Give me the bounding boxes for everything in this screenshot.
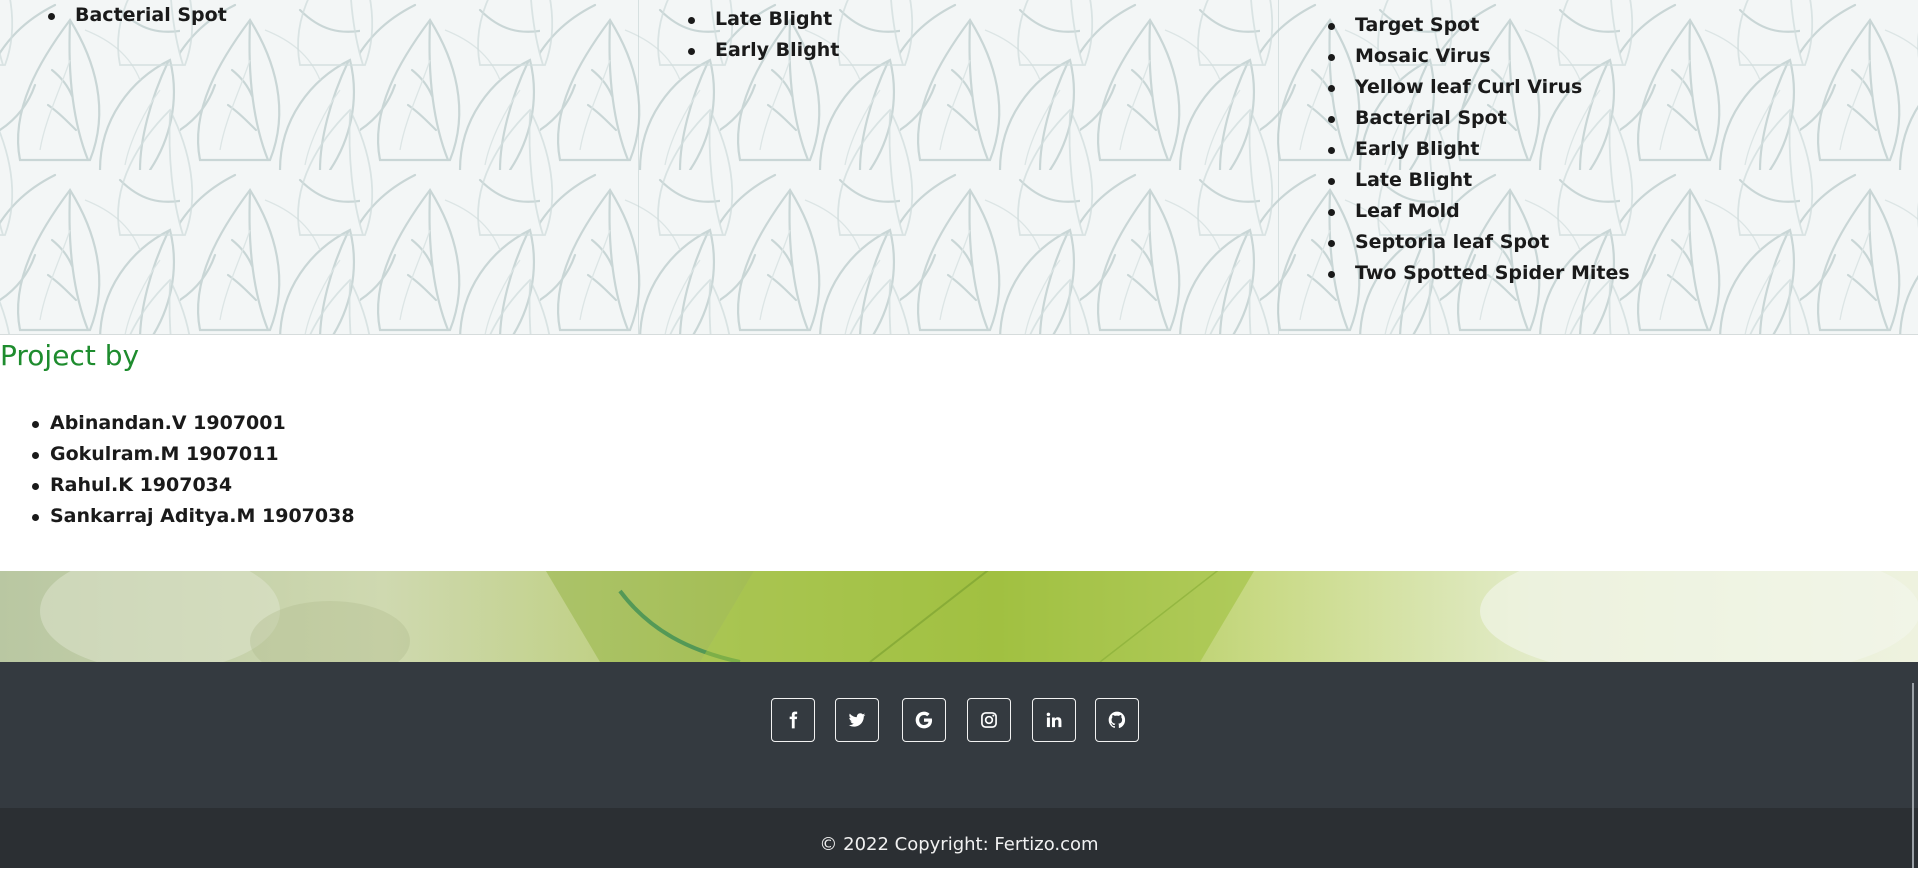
disease-list-2: Late Blight Early Blight	[688, 4, 839, 66]
column-divider	[638, 0, 639, 334]
linkedin-button[interactable]	[1032, 698, 1076, 742]
column-divider	[1278, 0, 1279, 334]
list-item: Target Spot	[1328, 10, 1630, 41]
linkedin-icon	[1046, 712, 1062, 728]
social-links	[0, 698, 1918, 746]
footer	[0, 662, 1918, 808]
list-item: Early Blight	[688, 35, 839, 66]
google-button[interactable]	[902, 698, 946, 742]
diseases-section: Bacterial Spot Late Blight Early Blight …	[0, 0, 1918, 335]
leaf-illustration	[40, 571, 1918, 662]
facebook-icon	[789, 711, 798, 729]
list-item: Rahul.K 1907034	[30, 470, 355, 501]
github-button[interactable]	[1095, 698, 1139, 742]
copyright-bar: © 2022 Copyright: Fertizo.com	[0, 808, 1918, 868]
list-item: Mosaic Virus	[1328, 41, 1630, 72]
disease-column-3: Target Spot Mosaic Virus Yellow leaf Cur…	[1328, 10, 1630, 334]
disease-list-1: Bacterial Spot	[48, 0, 227, 31]
list-item: Bacterial Spot	[1328, 103, 1630, 134]
project-title: Project by	[0, 339, 140, 372]
twitter-icon	[848, 713, 866, 727]
instagram-icon	[981, 712, 997, 728]
list-item: Septoria leaf Spot	[1328, 227, 1630, 258]
disease-list-3: Target Spot Mosaic Virus Yellow leaf Cur…	[1328, 10, 1630, 289]
leaf-banner-image	[0, 571, 1918, 662]
google-icon	[915, 711, 933, 729]
list-item: Abinandan.V 1907001	[30, 408, 355, 439]
list-item: Late Blight	[688, 4, 839, 35]
github-icon	[1108, 711, 1126, 729]
instagram-button[interactable]	[967, 698, 1011, 742]
facebook-button[interactable]	[771, 698, 815, 742]
list-item: Gokulram.M 1907011	[30, 439, 355, 470]
list-item: Early Blight	[1328, 134, 1630, 165]
scrollbar[interactable]	[1912, 683, 1914, 868]
copyright-text: © 2022 Copyright: Fertizo.com	[819, 834, 1099, 855]
member-list: Abinandan.V 1907001 Gokulram.M 1907011 R…	[30, 408, 355, 532]
twitter-button[interactable]	[835, 698, 879, 742]
leaf-pattern-background	[0, 0, 1918, 334]
disease-column-2: Late Blight Early Blight	[688, 4, 839, 334]
disease-column-1: Bacterial Spot	[48, 0, 227, 334]
project-section: Project by Abinandan.V 1907001 Gokulram.…	[0, 335, 1918, 571]
list-item: Bacterial Spot	[48, 0, 227, 31]
list-item: Yellow leaf Curl Virus	[1328, 72, 1630, 103]
list-item: Two Spotted Spider Mites	[1328, 258, 1630, 289]
list-item: Late Blight	[1328, 165, 1630, 196]
list-item: Sankarraj Aditya.M 1907038	[30, 501, 355, 532]
list-item: Leaf Mold	[1328, 196, 1630, 227]
